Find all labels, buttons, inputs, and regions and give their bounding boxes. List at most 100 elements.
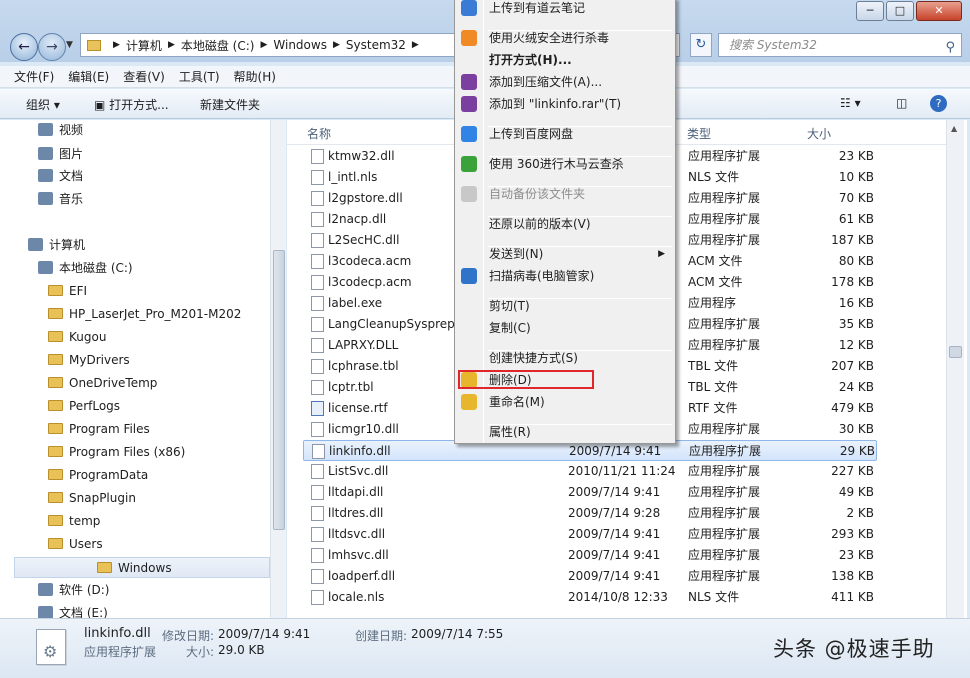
nav-item[interactable]: ProgramData xyxy=(48,465,148,486)
scroll-up-icon[interactable]: ▲ xyxy=(951,124,957,133)
nav-item[interactable]: 文档 xyxy=(38,166,83,187)
file-name: loadperf.dll xyxy=(328,569,396,583)
search-input[interactable]: 搜索 System32 ⚲ xyxy=(718,33,962,57)
breadcrumb-windows[interactable]: Windows xyxy=(273,38,327,52)
file-list-scrollbar[interactable]: ▲ xyxy=(946,120,964,618)
folder-icon xyxy=(48,538,63,549)
file-type: 应用程序扩展 xyxy=(689,444,762,458)
nav-item[interactable]: 软件 (D:) xyxy=(38,580,109,601)
nav-item[interactable]: Program Files (x86) xyxy=(48,442,185,463)
context-menu-item[interactable]: 打开方式(H)... xyxy=(457,49,673,71)
nav-item-label: MyDrivers xyxy=(69,353,130,367)
file-row[interactable]: ListSvc.dll 2010/11/21 11:24 应用程序扩展 227 KB xyxy=(303,461,877,482)
maximize-button[interactable]: □ xyxy=(886,1,914,21)
menu-file[interactable]: 文件(F) xyxy=(14,68,54,85)
file-row[interactable]: locale.nls 2014/10/8 12:33 NLS 文件 411 KB xyxy=(303,587,877,608)
back-button[interactable]: ← xyxy=(10,33,38,61)
nav-item-label: Windows xyxy=(118,561,172,575)
drive-icon xyxy=(38,583,53,596)
dll-file-icon: ⚙ xyxy=(36,629,66,665)
context-menu-label: 上传到百度网盘 xyxy=(489,127,574,141)
file-name: linkinfo.dll xyxy=(329,444,391,458)
close-button[interactable]: ✕ xyxy=(916,1,962,21)
menu-tools[interactable]: 工具(T) xyxy=(179,68,220,85)
watermark: 头条 @极速手助 xyxy=(773,637,935,661)
history-dropdown-icon[interactable]: ▼ xyxy=(66,40,73,50)
nav-item[interactable]: Users xyxy=(48,534,103,555)
nav-item[interactable]: SnapPlugin xyxy=(48,488,136,509)
menu-view[interactable]: 查看(V) xyxy=(123,68,165,85)
breadcrumb-computer[interactable]: 计算机 xyxy=(126,37,162,54)
file-name: l3codeca.acm xyxy=(328,254,412,268)
scrollbar-thumb[interactable] xyxy=(273,250,285,530)
created-value: 2009/7/14 7:55 xyxy=(411,627,504,641)
breadcrumb-system32[interactable]: System32 xyxy=(346,38,406,52)
context-menu-item[interactable]: 上传到有道云笔记 xyxy=(457,0,673,19)
nav-item[interactable]: Windows xyxy=(14,557,270,578)
folder-icon xyxy=(97,562,112,573)
nav-item[interactable]: 音乐 xyxy=(38,189,83,210)
nav-item[interactable]: EFI xyxy=(48,281,87,302)
new-folder-button[interactable]: 新建文件夹 xyxy=(200,96,260,113)
nav-item[interactable]: PerfLogs xyxy=(48,396,120,417)
file-size: 479 KB xyxy=(831,401,874,415)
size-value: 29.0 KB xyxy=(218,643,265,657)
file-icon xyxy=(311,296,324,311)
status-filename: linkinfo.dll xyxy=(84,626,151,641)
nav-item[interactable]: Kugou xyxy=(48,327,106,348)
scrollbar-thumb[interactable] xyxy=(949,346,962,358)
forward-button[interactable]: → xyxy=(38,33,66,61)
nav-item[interactable]: 计算机 xyxy=(28,235,85,256)
help-icon[interactable]: ? xyxy=(930,95,947,112)
file-icon xyxy=(311,149,324,164)
folder-icon xyxy=(48,331,63,342)
column-name[interactable]: 名称 xyxy=(307,125,331,142)
file-size: 70 KB xyxy=(838,191,874,205)
file-name: ktmw32.dll xyxy=(328,149,395,163)
nav-item[interactable]: OneDriveTemp xyxy=(48,373,157,394)
file-row[interactable]: lltdapi.dll 2009/7/14 9:41 应用程序扩展 49 KB xyxy=(303,482,877,503)
nav-item[interactable]: Program Files xyxy=(48,419,150,440)
menu-separator xyxy=(488,298,672,299)
column-size[interactable]: 大小 xyxy=(807,125,831,142)
nav-item[interactable]: 图片 xyxy=(38,144,83,165)
file-row[interactable]: lltdres.dll 2009/7/14 9:28 应用程序扩展 2 KB xyxy=(303,503,877,524)
folder-icon xyxy=(48,423,63,434)
nav-item[interactable]: 本地磁盘 (C:) xyxy=(38,258,133,279)
context-menu-item[interactable]: 重命名(M) xyxy=(457,391,673,413)
context-menu-item[interactable]: 添加到 "linkinfo.rar"(T) xyxy=(457,93,673,115)
file-size: 411 KB xyxy=(831,590,874,604)
file-name: locale.nls xyxy=(328,590,385,604)
context-menu-item[interactable]: 扫描病毒(电脑管家) xyxy=(457,265,673,287)
nav-item-label: 本地磁盘 (C:) xyxy=(59,261,133,275)
file-type: 应用程序扩展 xyxy=(688,422,761,436)
organize-button[interactable]: 组织 ▾ xyxy=(26,96,60,113)
context-menu-item[interactable]: 添加到压缩文件(A)... xyxy=(457,71,673,93)
menu-edit[interactable]: 编辑(E) xyxy=(68,68,109,85)
preview-pane-icon[interactable]: ◫ xyxy=(896,96,907,110)
search-icon[interactable]: ⚲ xyxy=(945,37,955,59)
file-row[interactable]: lmhsvc.dll 2009/7/14 9:41 应用程序扩展 23 KB xyxy=(303,545,877,566)
nav-item[interactable]: MyDrivers xyxy=(48,350,130,371)
nav-item[interactable]: HP_LaserJet_Pro_M201-M202 xyxy=(48,304,241,325)
navigation-scrollbar[interactable] xyxy=(270,120,286,618)
file-size: 227 KB xyxy=(831,464,874,478)
nav-item[interactable]: 视频 xyxy=(38,120,83,141)
menu-help[interactable]: 帮助(H) xyxy=(234,68,276,85)
nav-item[interactable]: temp xyxy=(48,511,100,532)
view-options-icon[interactable]: ☷ ▾ xyxy=(840,96,861,110)
minimize-button[interactable]: ─ xyxy=(856,1,884,21)
shield-icon xyxy=(461,268,477,284)
file-size: 23 KB xyxy=(838,548,874,562)
file-row[interactable]: lltdsvc.dll 2009/7/14 9:41 应用程序扩展 293 KB xyxy=(303,524,877,545)
refresh-button[interactable]: ↻ xyxy=(690,33,712,57)
file-size: 29 KB xyxy=(839,444,875,458)
column-type[interactable]: 类型 xyxy=(687,125,711,142)
context-menu-item[interactable]: 复制(C) xyxy=(457,317,673,339)
file-row[interactable]: loadperf.dll 2009/7/14 9:41 应用程序扩展 138 KB xyxy=(303,566,877,587)
nav-item[interactable]: 文档 (E:) xyxy=(38,603,108,618)
open-with-button[interactable]: ▣ 打开方式... xyxy=(94,96,169,113)
file-type: NLS 文件 xyxy=(688,170,740,184)
breadcrumb-drive-c[interactable]: 本地磁盘 (C:) xyxy=(181,37,255,54)
youdao-icon xyxy=(461,0,477,16)
